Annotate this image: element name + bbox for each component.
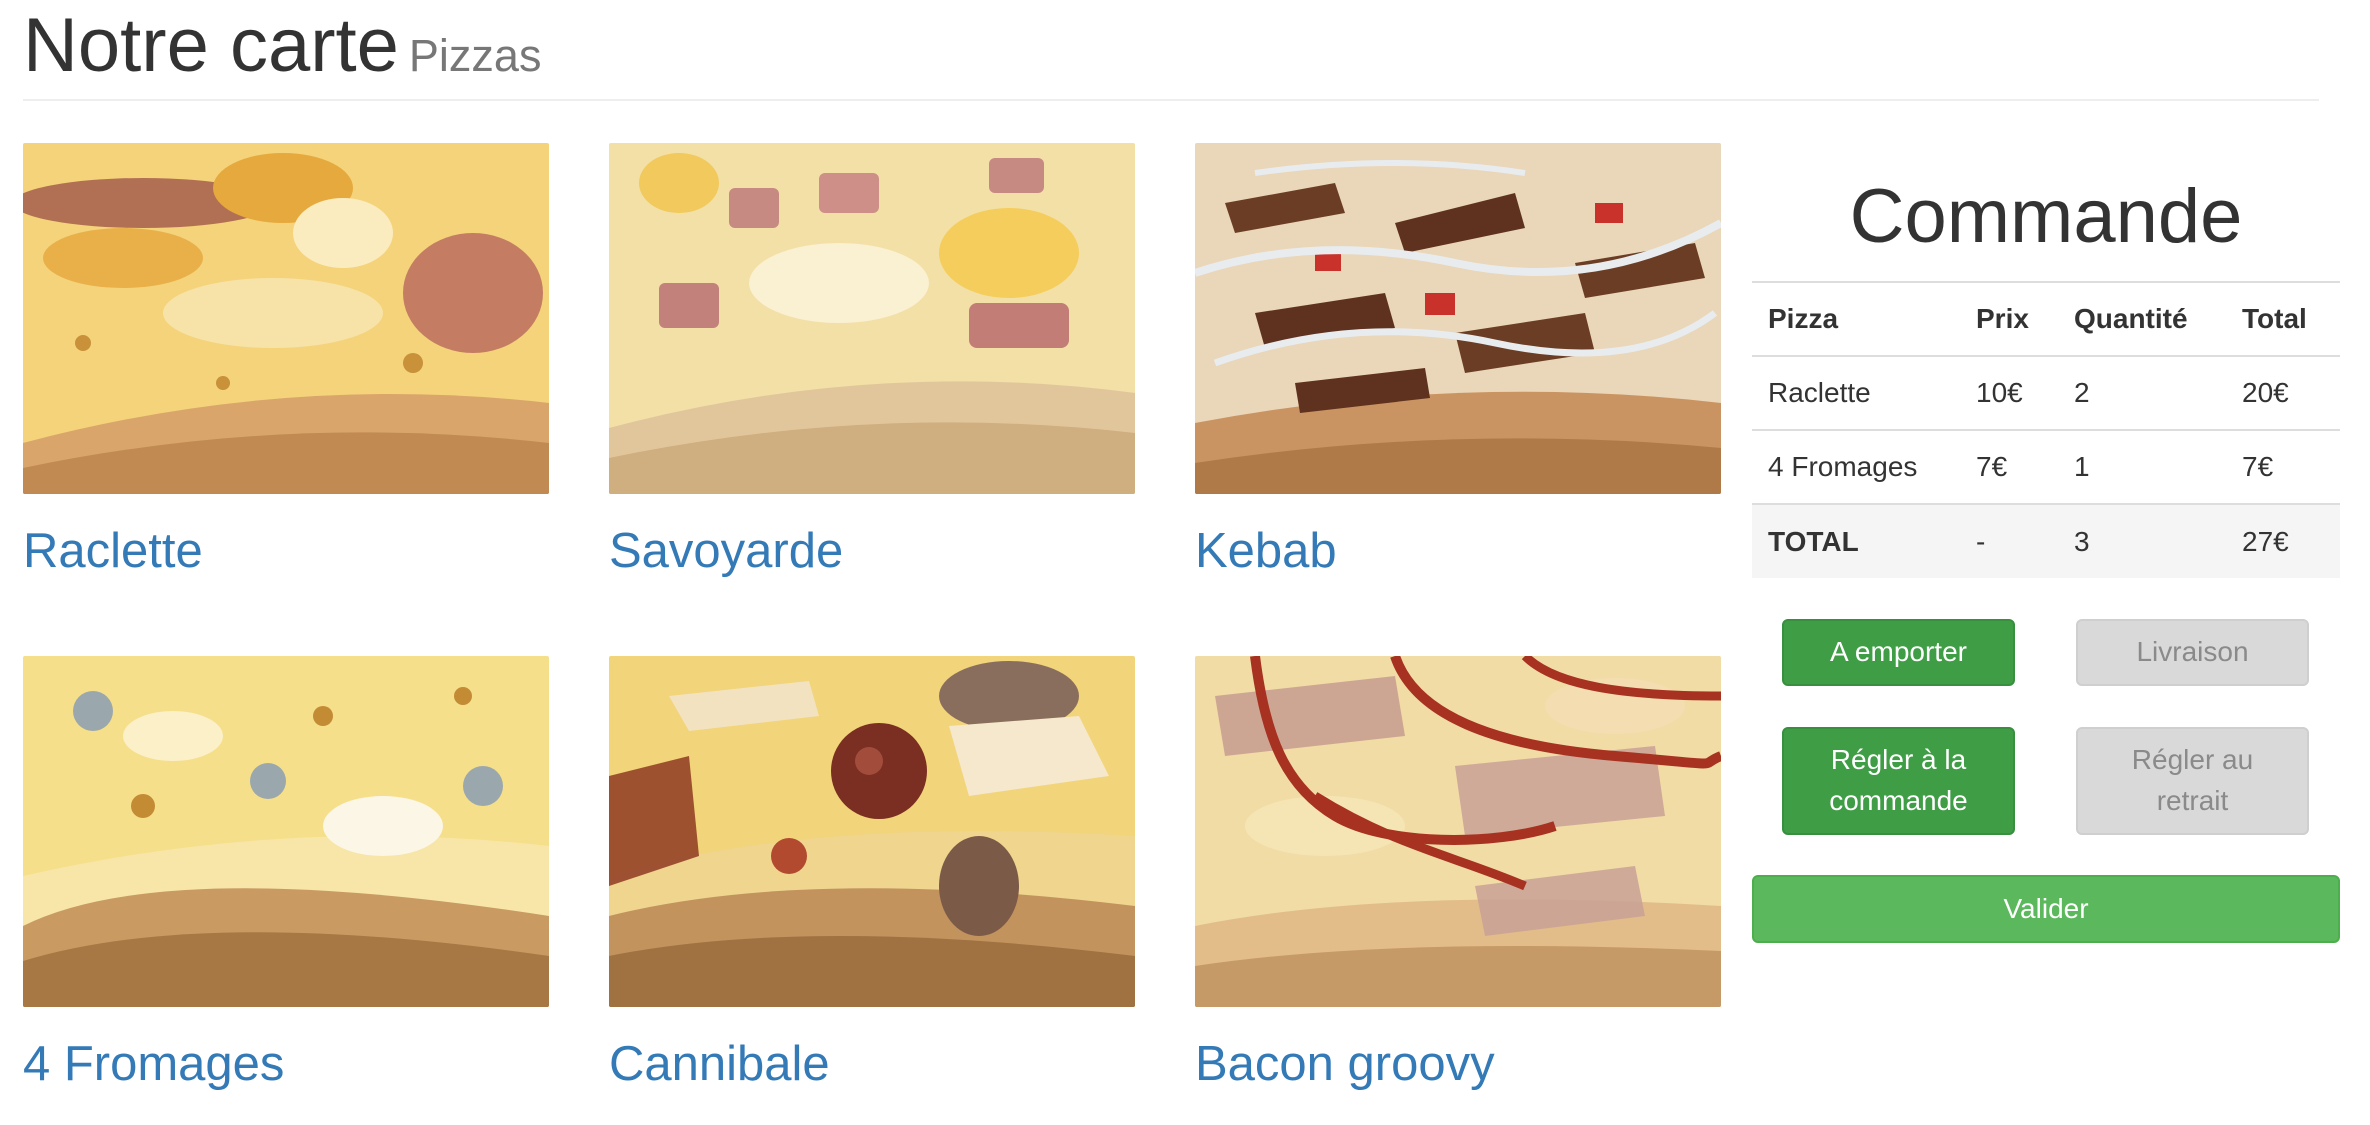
pay-on-pickup-button[interactable]: Régler au retrait	[2076, 727, 2309, 835]
pizza-card-raclette[interactable]: Raclette	[23, 143, 549, 576]
pizza-photo[interactable]	[1195, 143, 1721, 494]
total-row: TOTAL - 3 27€	[1752, 503, 2340, 578]
pizza-card-kebab[interactable]: Kebab	[1195, 143, 1721, 576]
cell-total: 7€	[2226, 429, 2340, 504]
pizza-photo[interactable]	[609, 143, 1135, 494]
page-title-text: Notre carte	[23, 3, 399, 88]
pay-on-order-button[interactable]: Régler à la commande	[1782, 727, 2015, 835]
pizza-photo[interactable]	[609, 656, 1135, 1007]
cell-quantity: 1	[2058, 429, 2226, 504]
pizza-card-4-fromages[interactable]: 4 Fromages	[23, 656, 549, 1089]
cell-total-label: TOTAL	[1752, 503, 1960, 578]
cell-pizza: Raclette	[1752, 355, 1960, 430]
pizza-name[interactable]: Savoyarde	[609, 527, 843, 576]
column-header-quantity: Quantité	[2058, 281, 2226, 357]
column-header-total: Total	[2226, 281, 2340, 357]
order-panel: Commande Pizza Prix Quantité Total Racle…	[1752, 143, 2340, 578]
page-subtitle: Pizzas	[408, 30, 542, 81]
cell-total-price: -	[1960, 503, 2058, 578]
table-row: Raclette 10€ 2 20€	[1752, 355, 2340, 430]
cell-quantity: 2	[2058, 355, 2226, 430]
table-row: 4 Fromages 7€ 1 7€	[1752, 429, 2340, 504]
cell-price: 10€	[1960, 355, 2058, 430]
order-table: Pizza Prix Quantité Total Raclette 10€ 2…	[1752, 281, 2340, 578]
pizza-name[interactable]: 4 Fromages	[23, 1040, 284, 1089]
page: Notre carte Pizzas Raclette Savoyarde Ke…	[0, 0, 2370, 1125]
pizza-photo[interactable]	[23, 656, 549, 1007]
pizza-photo[interactable]	[1195, 656, 1721, 1007]
cell-price: 7€	[1960, 429, 2058, 504]
pizza-card-bacon-groovy[interactable]: Bacon groovy	[1195, 656, 1721, 1089]
cell-total-amount: 27€	[2226, 503, 2340, 578]
column-header-pizza: Pizza	[1752, 281, 1960, 357]
table-header-row: Pizza Prix Quantité Total	[1752, 281, 2340, 357]
pizza-card-cannibale[interactable]: Cannibale	[609, 656, 1135, 1089]
delivery-button[interactable]: Livraison	[2076, 619, 2309, 686]
validate-button[interactable]: Valider	[1752, 875, 2340, 943]
pizza-name[interactable]: Raclette	[23, 527, 203, 576]
order-title: Commande	[1849, 174, 2243, 259]
pizza-name[interactable]: Kebab	[1195, 527, 1337, 576]
cell-pizza: 4 Fromages	[1752, 429, 1960, 504]
takeaway-button[interactable]: A emporter	[1782, 619, 2015, 686]
page-title: Notre carte Pizzas	[23, 8, 541, 84]
cell-total: 20€	[2226, 355, 2340, 430]
column-header-price: Prix	[1960, 281, 2058, 357]
pizza-photo[interactable]	[23, 143, 549, 494]
cell-total-quantity: 3	[2058, 503, 2226, 578]
pizza-card-savoyarde[interactable]: Savoyarde	[609, 143, 1135, 576]
pizza-name[interactable]: Bacon groovy	[1195, 1040, 1495, 1089]
pizza-name[interactable]: Cannibale	[609, 1040, 830, 1089]
page-header: Notre carte Pizzas	[23, 0, 2319, 101]
